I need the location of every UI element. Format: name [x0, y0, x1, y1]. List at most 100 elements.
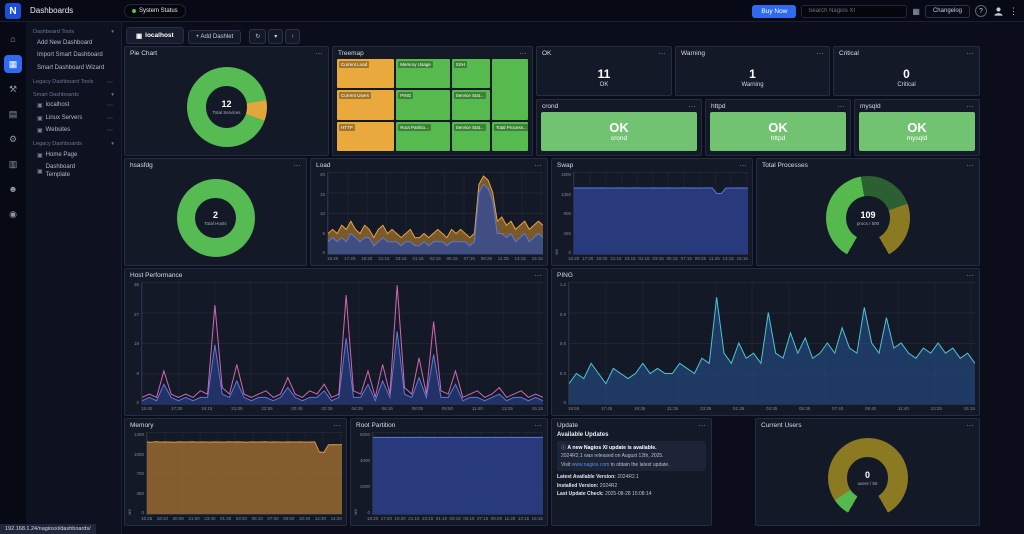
- dashlet-menu-icon[interactable]: ⋯: [689, 103, 697, 111]
- nagios-logo[interactable]: N: [5, 3, 21, 19]
- dashlet-menu-icon[interactable]: ⋯: [520, 50, 528, 58]
- system-status-button[interactable]: System Status: [124, 4, 186, 18]
- dashlet-title: Total Processes: [762, 162, 808, 169]
- treemap-tile[interactable]: HTTP: [337, 122, 394, 151]
- treemap-tile[interactable]: Root Partitio...: [396, 122, 449, 151]
- x-axis: 15:2017:2019:2021:1523:1501:1503:1505:15…: [353, 516, 543, 523]
- sidebar-item-import-smart-dashboard[interactable]: Import Smart Dashboard: [26, 50, 121, 63]
- refresh-button[interactable]: ↻: [249, 29, 266, 44]
- dashlet-menu-icon[interactable]: ⋯: [967, 272, 975, 280]
- export-button[interactable]: ↑: [285, 29, 300, 44]
- account-icon[interactable]: ◉: [4, 205, 22, 223]
- tools-icon[interactable]: ⚒: [4, 80, 22, 98]
- nagios-link[interactable]: www.nagios.com: [572, 462, 610, 468]
- treemap-tile[interactable]: SSH: [452, 59, 490, 88]
- dashlet-menu-icon[interactable]: ⋯: [535, 422, 543, 430]
- dashlet-mysqld: mysqld ⋯ OKmysqld: [854, 99, 980, 156]
- mysqld-status-box[interactable]: OKmysqld: [859, 112, 975, 151]
- chevron-down-icon: ▾: [111, 92, 114, 98]
- sidebar-section-smart-dashboards[interactable]: Smart Dashboards ▾: [26, 88, 121, 100]
- httpd-status-box[interactable]: OKhttpd: [710, 112, 846, 151]
- docs-icon[interactable]: ▥: [4, 155, 22, 173]
- item-menu-icon[interactable]: ⋯: [107, 115, 114, 122]
- swap-chart: [573, 172, 748, 255]
- dashlet-menu-icon[interactable]: ⋯: [294, 162, 302, 170]
- dashlet-menu-icon[interactable]: ⋯: [699, 422, 707, 430]
- user-avatar-icon[interactable]: [992, 5, 1004, 17]
- dashlet-menu-icon[interactable]: ⋯: [740, 162, 748, 170]
- dashlet-update: Update⋯ Available Updates ⓘ A new Nagios…: [551, 418, 712, 526]
- section-menu-icon[interactable]: ⋯: [107, 79, 114, 86]
- sidebar-item-smart-dashboard-wizard[interactable]: Smart Dashboard Wizard: [26, 62, 121, 75]
- dashlet-title: mysqld: [860, 103, 881, 110]
- settings-icon[interactable]: ⚙: [4, 130, 22, 148]
- y-axis: 36271890: [127, 282, 141, 405]
- add-dashlet-button[interactable]: + Add Dashlet: [188, 30, 242, 44]
- x-axis: 15:4017:3019:1521:0522:5500:4502:3504:25…: [127, 406, 543, 413]
- dashlet-menu-icon[interactable]: ⋯: [535, 272, 543, 280]
- treemap-tile[interactable]: [492, 59, 528, 120]
- topbar-actions: Buy Now ▦ Changelog ? ⋮: [752, 3, 1018, 19]
- dashlet-swap: Swap⋯ MB 180013509004500 15:2017:2019:20…: [551, 158, 753, 266]
- treemap-tile[interactable]: Current Load: [337, 59, 394, 88]
- dashlet-title: Host Performance: [130, 272, 182, 279]
- dashlet-title: Update: [557, 422, 578, 429]
- tab-localhost[interactable]: ▣ localhost: [126, 27, 184, 44]
- buy-now-button[interactable]: Buy Now: [752, 5, 796, 18]
- dashlet-total-processes: Total Processes⋯ 109procs / 500: [756, 158, 980, 266]
- dashlet-menu-icon[interactable]: ⋯: [967, 422, 975, 430]
- users-icon[interactable]: ☻: [4, 180, 22, 198]
- dashlet-menu-icon[interactable]: ⋯: [967, 50, 975, 58]
- reports-icon[interactable]: ▤: [4, 105, 22, 123]
- dashlet-menu-icon[interactable]: ⋯: [535, 162, 543, 170]
- overflow-menu-icon[interactable]: ⋮: [1009, 6, 1018, 17]
- refresh-interval-dropdown[interactable]: ▾: [268, 29, 283, 44]
- treemap-tile[interactable]: Service Stat...: [452, 122, 490, 151]
- x-axis: 15:2017:2019:2021:1523:1501:1503:1505:15…: [313, 256, 543, 263]
- dashlet-title: Memory: [130, 422, 153, 429]
- dashboards-icon[interactable]: ▦: [4, 55, 22, 73]
- dashlet-menu-icon[interactable]: ⋯: [316, 50, 324, 58]
- sidebar-item-dashboard-template[interactable]: ▣ Dashboard Template: [26, 162, 104, 182]
- sidebar-section-legacy-dashboards[interactable]: Legacy Dashboards ▾: [26, 137, 121, 149]
- search-input[interactable]: [801, 5, 907, 18]
- treemap-tile[interactable]: Memory Usage: [396, 59, 449, 88]
- dashlet-title: Warning: [681, 50, 705, 57]
- memory-chart: [146, 432, 342, 515]
- chevron-down-icon: ▾: [111, 141, 114, 147]
- sidebar-item-localhost[interactable]: ▣ localhost ⋯: [26, 100, 121, 113]
- help-icon[interactable]: ?: [975, 5, 987, 17]
- crond-status-box[interactable]: OKcrond: [541, 112, 697, 151]
- dashlet-title: PING: [557, 272, 573, 279]
- treemap-tile[interactable]: Total Process...: [492, 122, 528, 151]
- dashlet-warning-count: Warning⋯ 1Warning: [675, 46, 830, 96]
- dashlet-menu-icon[interactable]: ⋯: [967, 162, 975, 170]
- y-axis-unit: MB: [127, 432, 132, 515]
- home-icon[interactable]: ⌂: [4, 30, 22, 48]
- treemap-tile[interactable]: Service Stat...: [452, 90, 490, 119]
- item-menu-icon[interactable]: ⋯: [107, 102, 114, 109]
- changelog-button[interactable]: Changelog: [925, 5, 970, 18]
- sidebar-item-linux-servers[interactable]: ▣ Linux Servers ⋯: [26, 112, 121, 125]
- dashboard-canvas: Pie Chart⋯ 12Total Services Treemap⋯ Cur…: [122, 46, 1024, 534]
- dashlet-menu-icon[interactable]: ⋯: [967, 103, 975, 111]
- treemap-tile[interactable]: Current Users: [337, 90, 394, 119]
- sidebar-section-legacy-dashboard-tools[interactable]: Legacy Dashboard Tools ⋯: [26, 75, 121, 88]
- sidebar-section-dashboard-tools[interactable]: Dashboard Tools ▾: [26, 25, 121, 37]
- sidebar-item-add-new-dashboard[interactable]: Add New Dashboard: [26, 37, 121, 50]
- dashlet-root-partition: Root Partition⋯ MB 6000400020000 15:2017…: [350, 418, 548, 526]
- sidebar-item-websites[interactable]: ▣ Websites ⋯: [26, 125, 121, 138]
- dashlet-menu-icon[interactable]: ⋯: [334, 422, 342, 430]
- dashlet-menu-icon[interactable]: ⋯: [838, 103, 846, 111]
- dashlet-menu-icon[interactable]: ⋯: [659, 50, 667, 58]
- current-users-gauge: 0users / 50: [828, 438, 908, 518]
- dashlet-menu-icon[interactable]: ⋯: [817, 50, 825, 58]
- y-axis: 140010507003500: [132, 432, 146, 515]
- treemap-grid: Current Load Memory Usage SSH Current Us…: [337, 59, 528, 151]
- dashlet-title: Load: [316, 162, 330, 169]
- display-options-icon[interactable]: ▦: [912, 7, 920, 16]
- dashlet-title: Critical: [839, 50, 859, 57]
- sidebar-item-home-page[interactable]: ▣ Home Page: [26, 149, 121, 162]
- item-menu-icon[interactable]: ⋯: [107, 127, 114, 134]
- treemap-tile[interactable]: PING: [396, 90, 449, 119]
